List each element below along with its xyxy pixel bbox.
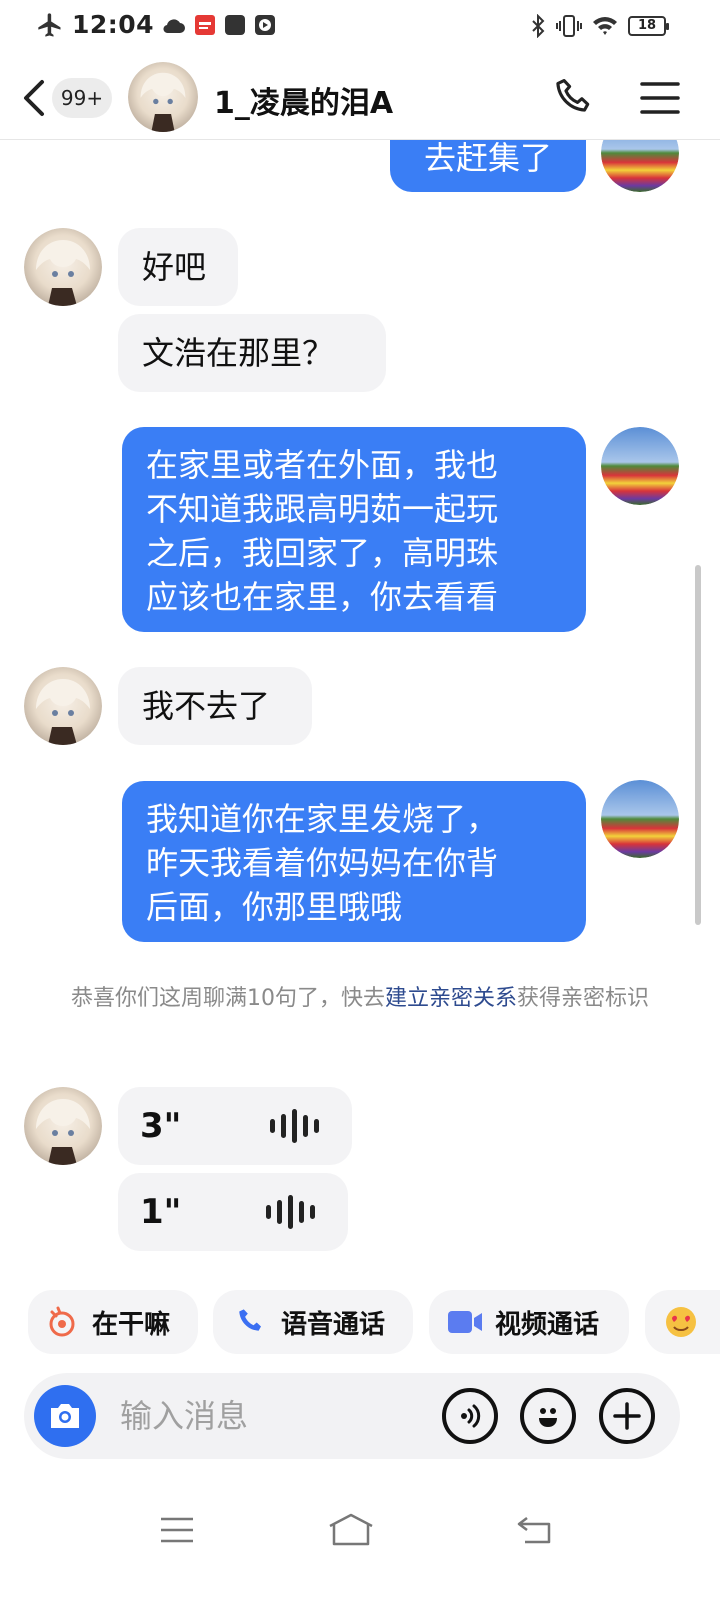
wave-icon bbox=[266, 1195, 315, 1229]
status-time: 12:04 bbox=[72, 10, 155, 39]
unread-badge[interactable]: 99+ bbox=[52, 78, 112, 118]
message-text-line: 后面，你那里哦哦 bbox=[146, 888, 403, 926]
notice-text: 恭喜你们这周聊满10句了，快去 bbox=[70, 986, 385, 1011]
quick-chip-what-doing[interactable]: 在干嘛 bbox=[28, 1290, 198, 1354]
square-icon bbox=[224, 14, 246, 36]
message-text-line: 应该也在家里，你去看看 bbox=[146, 578, 499, 616]
nav-home-button[interactable] bbox=[326, 1508, 376, 1552]
back-icon bbox=[24, 80, 44, 116]
notice-text: 获得亲密标识 bbox=[517, 986, 650, 1011]
contact-avatar[interactable] bbox=[128, 62, 198, 132]
play-icon bbox=[254, 14, 276, 36]
message-bubble-outgoing[interactable]: 在家里或者在外面，我也 不知道我跟高明茹一起玩 之后，我回家了，高明珠 应该也在… bbox=[122, 427, 586, 632]
camera-icon bbox=[51, 1404, 79, 1428]
message-text: 我不去了 bbox=[142, 687, 271, 725]
voice-input-button[interactable] bbox=[442, 1388, 498, 1444]
voice-duration: 3" bbox=[140, 1106, 182, 1146]
message-bubble-incoming[interactable]: 我不去了 bbox=[118, 667, 312, 745]
message-bubble-incoming[interactable]: 好吧 bbox=[118, 228, 238, 306]
call-button[interactable] bbox=[552, 76, 596, 120]
recents-icon bbox=[161, 1517, 193, 1543]
wave-hand-icon bbox=[44, 1304, 80, 1340]
battery-icon: 18 bbox=[628, 16, 669, 36]
heart-eyes-icon bbox=[663, 1304, 699, 1340]
message-bubble-outgoing[interactable]: 我知道你在家里发烧了， 昨天我看着你妈妈在你背 后面，你那里哦哦 bbox=[122, 781, 586, 942]
status-bar: 12:04 18 bbox=[0, 0, 720, 56]
back-button[interactable] bbox=[16, 74, 52, 122]
contact-message-avatar[interactable] bbox=[24, 667, 102, 745]
menu-button[interactable] bbox=[640, 80, 680, 116]
quick-chip-emoji[interactable] bbox=[645, 1290, 720, 1354]
app-badge-icon bbox=[194, 14, 216, 36]
camera-button[interactable] bbox=[34, 1385, 96, 1447]
contact-name: 1_凌晨的泪A bbox=[214, 86, 394, 121]
vibrate-icon bbox=[556, 14, 582, 38]
message-text-line: 不知道我跟高明茹一起玩 bbox=[146, 490, 499, 528]
wifi-icon bbox=[592, 15, 618, 37]
message-text: 去赶集了 bbox=[423, 139, 552, 177]
voice-duration: 1" bbox=[140, 1192, 182, 1232]
quick-chip-voice-call[interactable]: 语音通话 bbox=[213, 1290, 413, 1354]
intimacy-notice: 恭喜你们这周聊满10句了，快去建立亲密关系获得亲密标识 bbox=[60, 980, 660, 1017]
quick-chip-video-call[interactable]: 视频通话 bbox=[429, 1290, 629, 1354]
message-text-line: 昨天我看着你妈妈在你背 bbox=[146, 844, 499, 882]
message-input[interactable] bbox=[120, 1391, 420, 1441]
voice-message[interactable]: 3" bbox=[118, 1087, 352, 1165]
wave-icon bbox=[270, 1109, 319, 1143]
system-nav-bar bbox=[0, 1490, 720, 1570]
phone-icon bbox=[556, 79, 590, 112]
message-text: 文浩在那里？ bbox=[142, 334, 335, 372]
more-button[interactable] bbox=[599, 1388, 655, 1444]
message-text: 好吧 bbox=[142, 248, 207, 286]
menu-icon bbox=[640, 82, 680, 114]
airplane-icon bbox=[36, 11, 64, 39]
emoji-icon bbox=[539, 1408, 557, 1427]
contact-message-avatar[interactable] bbox=[24, 1087, 102, 1165]
chip-label: 视频通话 bbox=[495, 1309, 600, 1340]
home-icon bbox=[329, 1513, 373, 1546]
scrollbar[interactable] bbox=[695, 565, 701, 925]
nav-recents-button[interactable] bbox=[152, 1508, 202, 1552]
chip-label: 在干嘛 bbox=[92, 1309, 171, 1340]
contact-message-avatar[interactable] bbox=[24, 228, 102, 306]
voice-icon bbox=[461, 1404, 481, 1428]
chip-label: 语音通话 bbox=[281, 1309, 386, 1340]
build-relationship-link[interactable]: 建立亲密关系 bbox=[385, 986, 517, 1011]
phone-icon bbox=[233, 1304, 269, 1340]
chat-header: 99+ 1_凌晨的泪A bbox=[0, 56, 720, 140]
bluetooth-icon bbox=[530, 14, 546, 38]
video-icon bbox=[447, 1304, 483, 1340]
my-avatar[interactable] bbox=[601, 780, 679, 858]
my-avatar[interactable] bbox=[601, 427, 679, 505]
message-bubble-incoming[interactable]: 文浩在那里？ bbox=[118, 314, 386, 392]
nav-back-button[interactable] bbox=[510, 1508, 560, 1552]
message-text-line: 我知道你在家里发烧了， bbox=[146, 800, 499, 838]
plus-icon bbox=[613, 1402, 641, 1430]
message-text-line: 在家里或者在外面，我也 bbox=[146, 446, 499, 484]
emoji-button[interactable] bbox=[520, 1388, 576, 1444]
message-text-line: 之后，我回家了，高明珠 bbox=[146, 534, 499, 572]
cloud-icon bbox=[162, 15, 186, 35]
voice-message[interactable]: 1" bbox=[118, 1173, 348, 1251]
back-nav-icon bbox=[517, 1517, 551, 1544]
message-input-bar bbox=[24, 1373, 680, 1459]
